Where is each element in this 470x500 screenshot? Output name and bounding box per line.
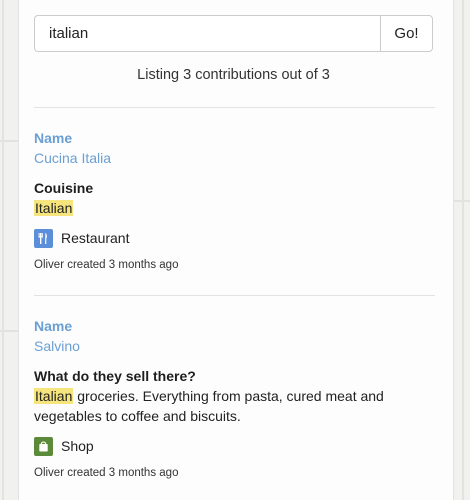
map-background-left[interactable] xyxy=(0,0,18,500)
divider xyxy=(34,107,435,108)
category-row: Restaurant xyxy=(34,228,433,248)
listing-count-text: Listing 3 contributions out of 3 xyxy=(137,67,330,83)
shopping-bag-icon xyxy=(34,436,53,456)
category-label: Restaurant xyxy=(61,230,130,246)
answer-text: Italian xyxy=(34,198,433,218)
divider xyxy=(34,295,435,296)
question-label: What do they sell there? xyxy=(34,368,196,384)
search-highlight: Italian xyxy=(34,388,74,404)
created-meta: Oliver created 3 months ago xyxy=(34,467,179,479)
contribution-item: Name Salvino What do they sell there? It… xyxy=(34,316,433,481)
map-background-right[interactable] xyxy=(454,0,470,500)
question-label: Couisine xyxy=(34,180,94,196)
contributions-panel: Go! Listing 3 contributions out of 3 Nam… xyxy=(18,0,454,500)
fork-knife-icon xyxy=(34,228,53,248)
search-input[interactable] xyxy=(34,15,380,52)
answer-rest: groceries. Everything from pasta, cured … xyxy=(34,388,384,424)
created-meta: Oliver created 3 months ago xyxy=(34,259,179,271)
answer-text: Italian groceries. Everything from pasta… xyxy=(34,386,433,426)
category-row: Shop xyxy=(34,436,433,456)
name-label: Name xyxy=(34,130,73,146)
go-button[interactable]: Go! xyxy=(380,15,433,52)
contribution-name-link[interactable]: Cucina Italia xyxy=(34,148,433,168)
search-bar: Go! xyxy=(34,15,433,52)
name-label: Name xyxy=(34,318,73,334)
contribution-name-link[interactable]: Salvino xyxy=(34,336,433,356)
search-highlight: Italian xyxy=(34,200,74,216)
category-label: Shop xyxy=(61,438,94,454)
contribution-item: Name Cucina Italia Couisine Italian Rest… xyxy=(34,128,433,273)
